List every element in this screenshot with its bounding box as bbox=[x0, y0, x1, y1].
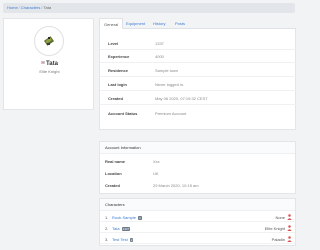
info-row-residence: Residence Sample town bbox=[100, 64, 297, 77]
account-label: Real name bbox=[105, 159, 126, 164]
info-label: Last login bbox=[108, 82, 127, 87]
info-label: Experience bbox=[108, 54, 130, 59]
character-vocation: Elite Knight bbox=[39, 69, 60, 74]
character-vocation: None bbox=[275, 215, 285, 220]
info-value: Never logged in. bbox=[155, 82, 185, 87]
poland-flag-icon bbox=[41, 61, 46, 64]
info-value: May 06 2020, 07:19:32 CEST bbox=[155, 96, 208, 101]
profile-card: Tata Elite Knight bbox=[3, 18, 94, 110]
account-info-header: Account Information bbox=[100, 142, 295, 154]
info-value: 4000 bbox=[155, 54, 164, 59]
character-index: 1. bbox=[105, 215, 109, 220]
breadcrumb-characters-link[interactable]: Characters bbox=[21, 5, 41, 10]
character-row: 1. Rook Sample 0 None bbox=[100, 212, 295, 222]
breadcrumb-separator: / bbox=[18, 5, 20, 10]
general-info-card: Level 1337 Experience 4000 Residence Sam… bbox=[99, 29, 297, 130]
account-value: 29 March 2020, 10:15 am bbox=[153, 183, 199, 188]
character-vocation: Paladin bbox=[271, 237, 285, 242]
character-row: 2. Tata 1337 Elite Knight bbox=[100, 223, 295, 233]
info-row-last-login: Last login Never logged in. bbox=[100, 78, 297, 91]
person-icon bbox=[287, 225, 292, 231]
info-value: 1337 bbox=[155, 41, 164, 46]
breadcrumb-home-link[interactable]: Home bbox=[7, 5, 18, 10]
info-label: Residence bbox=[108, 68, 129, 73]
info-label: Created bbox=[108, 96, 123, 101]
character-link[interactable]: Test Test 2 bbox=[112, 237, 134, 242]
account-row-real-name: Real name Xxx bbox=[100, 156, 295, 166]
info-label: Account Status bbox=[108, 111, 138, 116]
tab-posts[interactable]: Posts bbox=[171, 18, 189, 29]
info-row-experience: Experience 4000 bbox=[100, 50, 297, 63]
character-row: 3. Test Test 2 Paladin bbox=[100, 234, 295, 244]
character-link-text[interactable]: Test Test bbox=[112, 237, 128, 242]
account-label: Location bbox=[105, 171, 122, 176]
tab-general[interactable]: General bbox=[99, 18, 124, 29]
info-row-created: Created May 06 2020, 07:19:32 CEST bbox=[100, 92, 297, 105]
level-badge: 0 bbox=[138, 215, 142, 220]
level-badge: 1337 bbox=[121, 226, 131, 231]
tab-history[interactable]: History bbox=[149, 18, 169, 29]
character-link[interactable]: Tata 1337 bbox=[112, 226, 131, 231]
account-value: Xxx bbox=[153, 159, 160, 164]
character-name: Tata bbox=[4, 61, 95, 67]
characters-header: Characters bbox=[100, 199, 295, 211]
account-label: Created bbox=[105, 183, 120, 188]
breadcrumb: Home/Characters/Tata bbox=[3, 3, 295, 13]
account-row-created: Created 29 March 2020, 10:15 am bbox=[100, 180, 295, 190]
info-row-account-status: Account Status Premium Account bbox=[100, 107, 297, 120]
character-link-text[interactable]: Tata bbox=[112, 226, 120, 231]
person-icon bbox=[287, 214, 292, 220]
info-value: Premium Account bbox=[155, 111, 187, 116]
character-vocation: Elite Knight bbox=[264, 226, 285, 231]
account-value: UK bbox=[153, 171, 159, 176]
level-badge: 2 bbox=[129, 237, 134, 242]
info-label: Level bbox=[108, 41, 119, 46]
profile-tabs: General Equipment History Posts bbox=[99, 18, 296, 29]
character-link-text[interactable]: Rook Sample bbox=[112, 215, 136, 220]
avatar bbox=[34, 26, 64, 56]
character-name-text: Tata bbox=[46, 61, 58, 67]
account-row-location: Location UK bbox=[100, 168, 295, 178]
characters-card: Characters 1. Rook Sample 0 None 2. Tata 1… bbox=[99, 198, 296, 246]
info-value: Sample town bbox=[155, 68, 179, 73]
info-row-level: Level 1337 bbox=[100, 37, 297, 50]
character-link[interactable]: Rook Sample 0 bbox=[112, 215, 142, 220]
breadcrumb-current: Tata bbox=[43, 5, 52, 10]
knight-sprite-icon bbox=[44, 36, 54, 46]
tab-equipment[interactable]: Equipment bbox=[122, 18, 149, 29]
character-index: 2. bbox=[105, 226, 109, 231]
account-info-card: Account Information Real name Xxx Locati… bbox=[99, 141, 296, 194]
person-icon bbox=[287, 236, 292, 242]
character-index: 3. bbox=[105, 237, 109, 242]
